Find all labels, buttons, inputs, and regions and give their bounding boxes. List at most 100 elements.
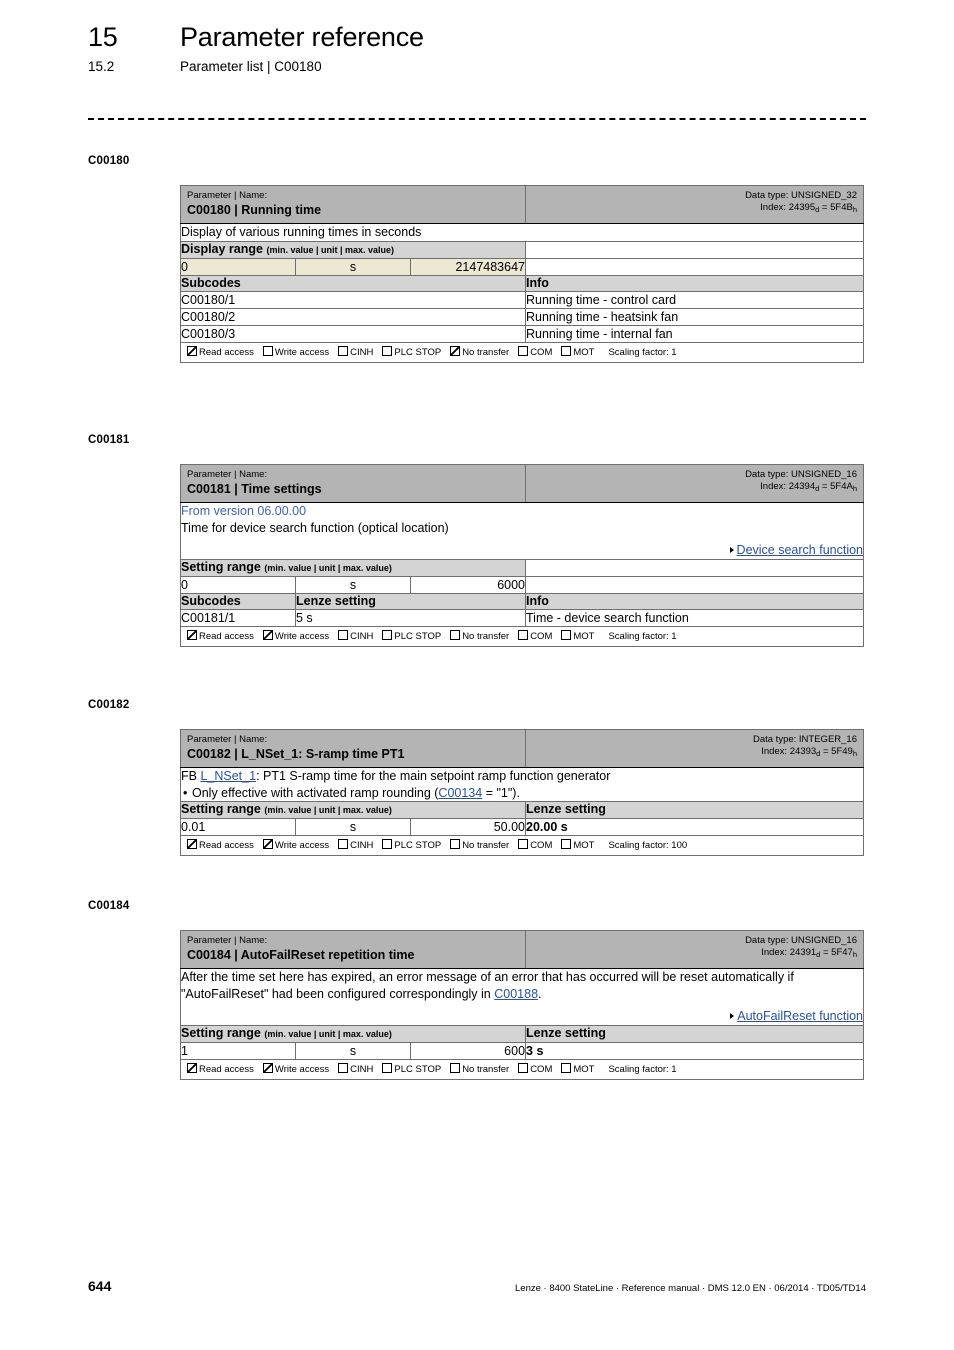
parameter-name-caption: Parameter | Name: bbox=[187, 935, 268, 946]
scaling-factor: Scaling factor: 1 bbox=[608, 630, 677, 642]
list-item: Only effective with activated ramp round… bbox=[181, 785, 863, 802]
subcodes-header: Subcodes bbox=[180, 274, 526, 292]
parameter-title: C00182 | L_NSet_1: S-ramp time PT1 bbox=[187, 747, 405, 761]
link-L_NSet_1[interactable]: L_NSet_1 bbox=[200, 769, 256, 783]
access-flag: Write access bbox=[262, 1062, 329, 1076]
empty-cell bbox=[525, 558, 864, 577]
checked-box-icon bbox=[450, 345, 461, 356]
parameter-header-band: Parameter | Name: C00182 | L_NSet_1: S-ra… bbox=[180, 729, 864, 768]
cross-reference[interactable]: Device search function bbox=[181, 542, 863, 559]
link-C00188[interactable]: C00188 bbox=[494, 987, 538, 1001]
unchecked-box-icon bbox=[518, 629, 529, 640]
subcodes-header-row: Subcodes Lenze setting Info bbox=[180, 592, 864, 610]
unchecked-box-icon bbox=[338, 839, 349, 849]
access-flag: MOT bbox=[561, 1062, 594, 1076]
chapter-heading: 15 Parameter reference bbox=[88, 22, 868, 53]
lenze-setting-value: 20.00 s bbox=[525, 818, 864, 836]
access-flag: PLC STOP bbox=[382, 1062, 441, 1076]
parameter-table: Parameter | Name: C00182 | L_NSet_1: S-ra… bbox=[180, 729, 864, 856]
lenze-setting-header: Lenze setting bbox=[525, 1024, 864, 1043]
footer-imprint: Lenze · 8400 StateLine · Reference manua… bbox=[515, 1283, 866, 1294]
unchecked-box-icon bbox=[450, 629, 461, 640]
range-value-row: 0.01 s 50.00 20.00 s bbox=[180, 818, 864, 836]
cross-reference[interactable]: AutoFailReset function bbox=[181, 1008, 863, 1025]
access-flag: MOT bbox=[561, 345, 594, 359]
access-row: Read access Write access CINH PLC STOP No tr… bbox=[180, 341, 864, 363]
link-Device search function[interactable]: Device search function bbox=[737, 543, 863, 557]
unchecked-box-icon bbox=[518, 1062, 529, 1073]
checked-box-icon bbox=[187, 345, 197, 356]
data-type: Data type: INTEGER_16 bbox=[752, 734, 857, 745]
lenze-setting-header: Lenze setting bbox=[294, 592, 527, 610]
unchecked-box-icon bbox=[561, 1062, 572, 1073]
range-max: 2147483647 bbox=[410, 257, 526, 276]
parameter-name-caption: Parameter | Name: bbox=[187, 190, 268, 201]
checked-box-icon bbox=[187, 839, 197, 849]
chapter-title: Parameter reference bbox=[180, 22, 424, 52]
link-AutoFailReset function[interactable]: AutoFailReset function bbox=[737, 1009, 863, 1023]
range-value-row: 1 s 600 3 s bbox=[180, 1041, 864, 1060]
range-header-row: Display range (min. value | unit | max. … bbox=[180, 240, 864, 259]
index-value: Index: 24395d = 5F4Bh bbox=[760, 202, 857, 214]
triangle-right-icon bbox=[730, 1013, 735, 1019]
range-header-label: Setting range (min. value | unit | max. … bbox=[179, 558, 527, 577]
section-title: Parameter list | C00180 bbox=[180, 59, 322, 74]
empty-cell bbox=[525, 240, 864, 259]
version-note: From version 06.00.00 bbox=[181, 504, 307, 518]
unchecked-box-icon bbox=[338, 345, 349, 356]
index-value: Index: 24391d = 5F47h bbox=[761, 947, 857, 959]
unchecked-box-icon bbox=[450, 1062, 461, 1073]
subcode-code: C00180/2 bbox=[180, 307, 526, 326]
description-row: After the time set here has expired, an … bbox=[180, 968, 864, 1026]
subcode-info: Running time - heatsink fan bbox=[525, 307, 864, 326]
parameter-title: C00184 | AutoFailReset repetition time bbox=[187, 948, 415, 962]
access-row: Read access Write access CINH PLC STOP No tr… bbox=[180, 625, 864, 647]
subcode-code: C00180/3 bbox=[180, 324, 526, 343]
access-flag: PLC STOP bbox=[382, 839, 441, 852]
access-flag: Write access bbox=[262, 629, 329, 643]
subcode-info: Running time - control card bbox=[525, 290, 864, 309]
access-flag: No transfer bbox=[450, 1062, 509, 1076]
parameter-code-label: C00182 bbox=[88, 699, 130, 711]
access-flag: Write access bbox=[262, 839, 329, 852]
subcode-lenze: 5 s bbox=[294, 608, 527, 627]
scaling-factor: Scaling factor: 1 bbox=[608, 346, 677, 358]
table-row: C00180/3 Running time - internal fan bbox=[180, 324, 864, 343]
checked-box-icon bbox=[187, 1062, 197, 1073]
range-max: 600 bbox=[409, 1041, 527, 1060]
triangle-right-icon bbox=[729, 547, 734, 553]
description-row: From version 06.00.00 Time for device sea… bbox=[180, 502, 864, 560]
parameter-code-label: C00181 bbox=[88, 434, 130, 446]
empty-cell bbox=[525, 257, 864, 276]
access-flag: CINH bbox=[338, 629, 373, 643]
info-header: Info bbox=[525, 592, 864, 610]
access-flag: COM bbox=[518, 1062, 552, 1076]
table-row: C00180/1 Running time - control card bbox=[180, 290, 864, 309]
access-row: Read access Write access CINH PLC STOP No tr… bbox=[180, 835, 864, 856]
description-text: Time for device search function (optical… bbox=[181, 520, 449, 535]
description-text: After the time set here has expired, an … bbox=[181, 970, 794, 1001]
empty-cell bbox=[525, 575, 864, 594]
range-value-row: 0 s 2147483647 bbox=[180, 257, 864, 276]
link-C00134[interactable]: C00134 bbox=[438, 786, 482, 800]
access-flag: MOT bbox=[561, 839, 594, 852]
range-min: 0.01 bbox=[180, 818, 296, 836]
checked-box-icon bbox=[262, 1062, 273, 1073]
access-flag: No transfer bbox=[450, 345, 509, 359]
range-unit: s bbox=[295, 575, 411, 594]
range-min: 0 bbox=[180, 575, 296, 594]
index-value: Index: 24393d = 5F49h bbox=[761, 746, 857, 758]
access-flag: PLC STOP bbox=[382, 345, 441, 359]
parameter-table: Parameter | Name: C00184 | AutoFailReset … bbox=[179, 930, 864, 1080]
access-flag: No transfer bbox=[450, 839, 509, 852]
subcode-info: Running time - internal fan bbox=[525, 324, 864, 343]
subcodes-header-row: Subcodes Info bbox=[180, 274, 864, 292]
page-number: 644 bbox=[88, 1278, 112, 1294]
parameter-title: C00181 | Time settings bbox=[187, 482, 322, 496]
access-flag: Read access bbox=[187, 345, 254, 359]
parameter-title: C00180 | Running time bbox=[187, 203, 322, 217]
access-row: Read access Write access CINH PLC STOP No tr… bbox=[180, 1058, 864, 1080]
description-bullets: Only effective with activated ramp round… bbox=[181, 785, 863, 802]
index-value: Index: 24394d = 5F4Ah bbox=[760, 481, 857, 493]
unchecked-box-icon bbox=[518, 839, 529, 849]
